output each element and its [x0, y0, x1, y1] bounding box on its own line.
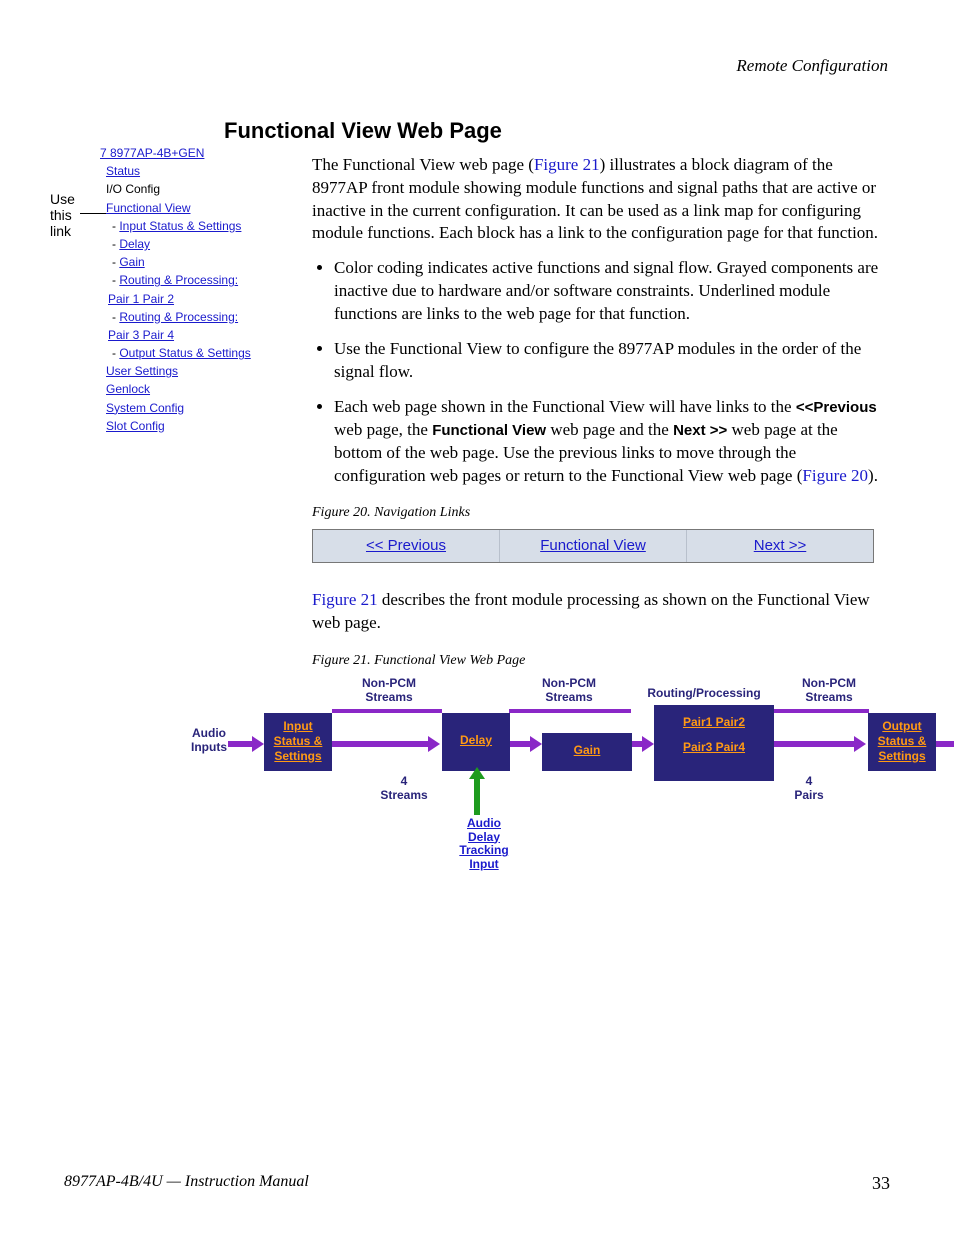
nav-status[interactable]: Status	[106, 164, 140, 178]
b3e: ).	[868, 466, 878, 485]
nav-genlock[interactable]: Genlock	[106, 382, 150, 396]
nonpcm-line-1	[332, 709, 442, 713]
nav-functional-view[interactable]: Functional View	[106, 201, 191, 215]
arrow-out	[936, 741, 954, 747]
figure-20-caption: Figure 20. Navigation Links	[312, 504, 890, 523]
input-block[interactable]: Input Status & Settings	[264, 713, 332, 771]
output-block[interactable]: Output Status & Settings	[868, 713, 936, 771]
nav-prev-link[interactable]: << Previous	[313, 530, 500, 562]
bullet-3: Each web page shown in the Functional Vi…	[334, 396, 890, 488]
next-bold: Next >>	[673, 422, 727, 439]
nav-user-settings[interactable]: User Settings	[106, 364, 178, 378]
intro-para: The Functional View web page (Figure 21)…	[312, 154, 890, 246]
nav-next-link[interactable]: Next >>	[687, 530, 873, 562]
sidebar-nav: Use this link 7 8977AP-4B+GEN Status I/O…	[50, 145, 222, 436]
nonpcm-line-2	[509, 709, 631, 713]
routing-label: Routing/Processing	[634, 687, 774, 701]
arrow-in	[228, 741, 252, 747]
gain-block[interactable]: Gain	[542, 733, 632, 771]
nav-output-status[interactable]: Output Status & Settings	[119, 346, 250, 360]
mid-para: Figure 21 describes the front module pro…	[312, 589, 890, 635]
green-arrow	[474, 779, 480, 815]
nav-slot-config[interactable]: Slot Config	[106, 419, 165, 433]
routing-block: Pair1 Pair2 Pair3 Pair4	[654, 705, 774, 781]
b3b: web page, the	[334, 420, 432, 439]
bullet-2: Use the Functional View to configure the…	[334, 338, 890, 384]
delay-block[interactable]: Delay	[442, 713, 510, 771]
running-header: Remote Configuration	[50, 55, 888, 78]
fv-bold: Functional View	[432, 422, 546, 439]
arrow-c	[632, 741, 642, 747]
mid-t1b: describes the front module processing as…	[312, 590, 870, 632]
nonpcm-2-label: Non-PCM Streams	[534, 677, 604, 705]
audio-delay-tracking-link[interactable]: Audio Delay Tracking Input	[444, 817, 524, 872]
figure-21-link-a[interactable]: Figure 21	[534, 155, 600, 174]
figure-21-link-b[interactable]: Figure 21	[312, 590, 378, 609]
arrow-d	[774, 741, 854, 747]
nav-fv-link[interactable]: Functional View	[500, 530, 687, 562]
footer-page-number: 33	[872, 1171, 890, 1195]
nav-io-config: I/O Config	[106, 182, 160, 196]
figure-21-caption: Figure 21. Functional View Web Page	[312, 652, 890, 671]
audio-inputs-label: Audio Inputs	[184, 727, 234, 755]
nonpcm-3-label: Non-PCM Streams	[794, 677, 864, 705]
pair34-link[interactable]: Pair3 Pair4	[677, 738, 751, 757]
nav-rp12-a[interactable]: Routing & Processing:	[119, 273, 238, 287]
figure-20-link[interactable]: Figure 20	[802, 466, 868, 485]
arrow-b	[510, 741, 530, 747]
connector-line	[80, 213, 106, 214]
nav-links-figure: << Previous Functional View Next >>	[312, 529, 874, 563]
nav-rp34-a[interactable]: Routing & Processing:	[119, 310, 238, 324]
nav-gain[interactable]: Gain	[119, 255, 144, 269]
b3c: web page and the	[546, 420, 673, 439]
pair12-link[interactable]: Pair1 Pair2	[677, 713, 751, 732]
nav-device[interactable]: 7 8977AP-4B+GEN	[100, 146, 204, 160]
nav-delay[interactable]: Delay	[119, 237, 150, 251]
bullet-list: Color coding indicates active functions …	[312, 257, 890, 487]
prev-bold: <<Previous	[796, 399, 877, 416]
four-streams-label: 4 Streams	[374, 775, 434, 803]
nav-input-status[interactable]: Input Status & Settings	[119, 219, 241, 233]
section-title: Functional View Web Page	[224, 116, 890, 146]
figure-21-diagram: Audio Inputs Audio Outputs Non-PCM Strea…	[184, 677, 954, 907]
b3a: Each web page shown in the Functional Vi…	[334, 397, 796, 416]
nonpcm-1-label: Non-PCM Streams	[354, 677, 424, 705]
arrow-a	[332, 741, 428, 747]
bullet-1: Color coding indicates active functions …	[334, 257, 890, 326]
nav-system-config[interactable]: System Config	[106, 401, 184, 415]
use-this-link-label: Use this link	[50, 191, 75, 239]
nav-rp34-b[interactable]: Pair 3 Pair 4	[108, 328, 174, 342]
page-footer: 8977AP-4B/4U — Instruction Manual 33	[64, 1171, 890, 1195]
nonpcm-line-3	[773, 709, 869, 713]
four-pairs-label: 4 Pairs	[784, 775, 834, 803]
intro-t1a: The Functional View web page (	[312, 155, 534, 174]
nav-rp12-b[interactable]: Pair 1 Pair 2	[108, 292, 174, 306]
footer-doc-title: 8977AP-4B/4U — Instruction Manual	[64, 1171, 309, 1195]
